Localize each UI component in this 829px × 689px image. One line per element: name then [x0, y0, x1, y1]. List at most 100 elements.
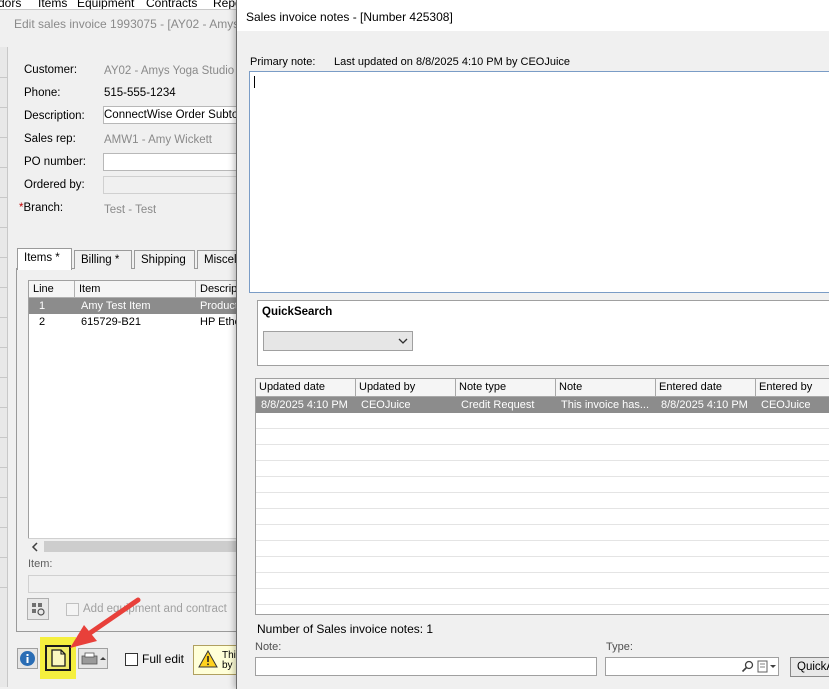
notes-col-entered-date[interactable]: Entered date [656, 379, 756, 397]
notes-cell-note: This invoice has... [561, 399, 650, 411]
notes-cell-entered-date: 8/8/2025 4:10 PM [661, 399, 748, 411]
note-filter-label: Note: [255, 641, 282, 653]
notes-grid[interactable]: Updated date Updated by Note type Note E… [255, 378, 829, 615]
table-row[interactable]: 2 615729-B21 HP Ethe [29, 314, 238, 330]
config-grid-icon [32, 603, 45, 616]
list-item [256, 413, 829, 429]
sales-rep-value: AMW1 - Amy Wickett [104, 134, 212, 146]
tab-items[interactable]: Items * [17, 248, 72, 270]
quicksearch-dropdown[interactable] [263, 331, 413, 351]
po-number-label: PO number: [24, 156, 86, 168]
notes-cell-entered-by: CEOJuice [761, 399, 811, 411]
items-horizontal-scrollbar[interactable] [28, 538, 238, 554]
primary-note-label: Primary note: [250, 56, 316, 68]
list-item [256, 477, 829, 493]
scroll-left-icon[interactable] [31, 542, 39, 552]
full-edit-label: Full edit [142, 652, 185, 666]
list-item [256, 557, 829, 573]
notes-col-updated-by[interactable]: Updated by [356, 379, 456, 397]
items-cell-item: 615729-B21 [81, 316, 141, 328]
item-field[interactable] [28, 575, 240, 593]
items-col-line[interactable]: Line [29, 281, 75, 298]
customer-label: Customer: [24, 64, 78, 76]
menu-item-items[interactable]: Items [38, 0, 67, 9]
sales-rep-label: Sales rep: [24, 133, 76, 145]
items-cell-line: 2 [39, 316, 46, 328]
items-cell-line: 1 [39, 300, 46, 312]
dialog-title: Sales invoice notes - [Number 425308] [246, 10, 453, 24]
menu-item-equipment[interactable]: Equipment [77, 0, 134, 9]
branch-value: Test - Test [104, 204, 157, 216]
background-grid-strip [0, 47, 8, 687]
table-row[interactable]: 8/8/2025 4:10 PM CEOJuice Credit Request… [256, 397, 829, 413]
list-item [256, 509, 829, 525]
note-filter-input[interactable] [255, 657, 597, 676]
list-item [256, 541, 829, 557]
menu-item-vendors[interactable]: dors [0, 0, 21, 9]
list-item [256, 573, 829, 589]
items-grid[interactable]: Line Item Descript 1 Amy Test Item Produ… [28, 280, 238, 554]
items-cell-description: HP Ethe [200, 316, 238, 328]
branch-label: Branch: [23, 202, 64, 214]
quick-add-button[interactable]: QuickA [790, 657, 829, 677]
list-item [256, 525, 829, 541]
list-item [256, 493, 829, 509]
primary-note-textarea[interactable] [249, 71, 829, 293]
menu-item-contracts[interactable]: Contracts [146, 0, 197, 9]
phone-value: 515-555-1234 [104, 87, 176, 99]
description-value: ConnectWise Order Subtota [104, 109, 238, 121]
info-button[interactable] [17, 648, 38, 669]
text-caret [254, 76, 255, 88]
configure-button[interactable] [27, 598, 49, 620]
type-filter-input[interactable] [605, 657, 779, 676]
scroll-thumb[interactable] [44, 541, 238, 552]
notes-button[interactable] [45, 645, 71, 671]
item-label: Item: [28, 558, 53, 570]
items-cell-description: Product [200, 300, 238, 312]
items-col-item[interactable]: Item [75, 281, 196, 298]
items-cell-item: Amy Test Item [81, 300, 151, 312]
printer-icon [81, 652, 106, 665]
add-equipment-label: Add equipment and contract [83, 603, 227, 615]
background-menubar: dors Items Equipment Contracts Repo [0, 0, 240, 10]
tab-billing[interactable]: Billing * [74, 250, 132, 269]
description-label: Description: [24, 110, 85, 122]
warning-icon [198, 650, 218, 668]
note-page-icon [51, 649, 66, 667]
list-dropdown-icon[interactable] [757, 660, 777, 673]
customer-value: AY02 - Amys Yoga Studio [104, 65, 235, 77]
phone-label: Phone: [24, 87, 61, 99]
list-item [256, 429, 829, 445]
notes-col-updated-date[interactable]: Updated date [256, 379, 356, 397]
tab-shipping[interactable]: Shipping [134, 250, 195, 269]
chevron-down-icon [398, 338, 408, 344]
dropdown-arrow-icon [100, 657, 106, 660]
info-icon [20, 651, 35, 666]
branch-label-row: *Branch: [19, 202, 63, 214]
quicksearch-panel: QuickSearch [257, 300, 829, 366]
primary-note-updated-text: Last updated on 8/8/2025 4:10 PM by CEOJ… [334, 56, 571, 68]
type-filter-label: Type: [606, 641, 633, 653]
ordered-by-label: Ordered by: [24, 179, 85, 191]
table-row[interactable]: 1 Amy Test Item Product [29, 298, 238, 314]
edit-invoice-title: Edit sales invoice 1993075 - [AY02 - Amy… [14, 17, 251, 31]
warning-text-line2: by [222, 660, 233, 671]
notes-col-note-type[interactable]: Note type [456, 379, 556, 397]
sales-invoice-notes-dialog: Sales invoice notes - [Number 425308] Pr… [236, 0, 829, 689]
notes-col-entered-by[interactable]: Entered by [756, 379, 829, 397]
po-number-field[interactable] [103, 153, 243, 171]
items-col-description[interactable]: Descript [196, 281, 237, 298]
list-item [256, 461, 829, 477]
notes-cell-updated-date: 8/8/2025 4:10 PM [261, 399, 348, 411]
notes-cell-updated-by: CEOJuice [361, 399, 411, 411]
add-equipment-checkbox[interactable] [66, 603, 79, 616]
quicksearch-title: QuickSearch [262, 306, 333, 318]
dialog-titlebar[interactable]: Sales invoice notes - [Number 425308] [237, 0, 829, 31]
ordered-by-field[interactable] [103, 176, 243, 194]
notes-col-note[interactable]: Note [556, 379, 656, 397]
search-icon[interactable] [741, 660, 754, 673]
notes-cell-note-type: Credit Request [461, 399, 535, 411]
full-edit-checkbox[interactable] [125, 653, 138, 666]
print-button[interactable] [78, 648, 108, 669]
notes-count: Number of Sales invoice notes: 1 [257, 622, 434, 636]
